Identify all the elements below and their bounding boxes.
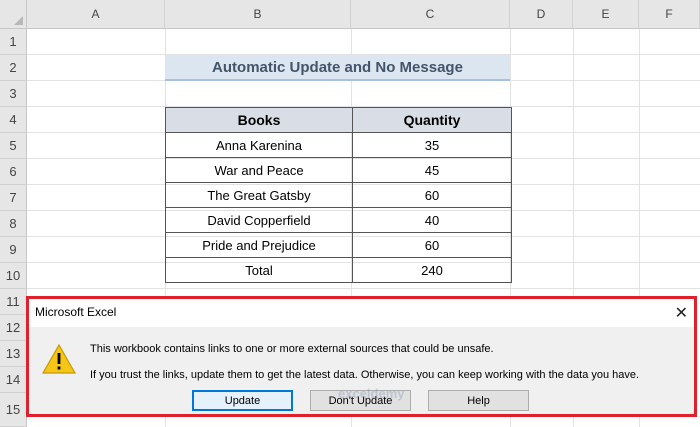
row-header-15[interactable]: 15 [0, 393, 27, 427]
table-row: War and Peace 45 [165, 157, 512, 183]
dialog-title: Microsoft Excel [35, 305, 117, 319]
gridline [27, 288, 700, 289]
dialog-title-bar[interactable]: Microsoft Excel ✕ [29, 299, 696, 327]
select-all-corner[interactable] [0, 0, 27, 29]
row-header-13[interactable]: 13 [0, 341, 27, 367]
help-button[interactable]: Help [428, 390, 529, 411]
quantity-cell[interactable]: 35 [352, 132, 512, 158]
book-cell[interactable]: Anna Karenina [165, 132, 353, 158]
quantity-header-cell[interactable]: Quantity [352, 107, 512, 133]
table-row-total: Total 240 [165, 257, 512, 283]
row-header-10[interactable]: 10 [0, 263, 27, 289]
table-row: Pride and Prejudice 60 [165, 232, 512, 258]
total-value-cell[interactable]: 240 [352, 257, 512, 283]
dialog-message-line-2: If you trust the links, update them to g… [90, 369, 640, 381]
row-header-14[interactable]: 14 [0, 367, 27, 393]
row-header-2[interactable]: 2 [0, 55, 27, 81]
table-row: Anna Karenina 35 [165, 132, 512, 158]
row-header-6[interactable]: 6 [0, 159, 27, 185]
row-header-5[interactable]: 5 [0, 133, 27, 159]
sheet-title-cell[interactable]: Automatic Update and No Message [165, 55, 510, 81]
column-header-e[interactable]: E [573, 0, 639, 29]
watermark-logo: exceldemy [338, 386, 405, 401]
books-table: Books Quantity Anna Karenina 35 War and … [165, 107, 512, 283]
row-header-1[interactable]: 1 [0, 29, 27, 55]
quantity-cell[interactable]: 60 [352, 182, 512, 208]
row-header-7[interactable]: 7 [0, 185, 27, 211]
book-cell[interactable]: David Copperfield [165, 207, 353, 233]
books-header-cell[interactable]: Books [165, 107, 353, 133]
book-cell[interactable]: The Great Gatsby [165, 182, 353, 208]
book-cell[interactable]: Pride and Prejudice [165, 232, 353, 258]
column-header-f[interactable]: F [639, 0, 700, 29]
quantity-cell[interactable]: 60 [352, 232, 512, 258]
dialog-message-line-1: This workbook contains links to one or m… [90, 343, 494, 355]
quantity-cell[interactable]: 45 [352, 157, 512, 183]
row-header-3[interactable]: 3 [0, 81, 27, 107]
close-icon[interactable]: ✕ [675, 303, 688, 323]
quantity-cell[interactable]: 40 [352, 207, 512, 233]
row-header-4[interactable]: 4 [0, 107, 27, 133]
table-row: David Copperfield 40 [165, 207, 512, 233]
row-header-9[interactable]: 9 [0, 237, 27, 263]
row-header-12[interactable]: 12 [0, 315, 27, 341]
book-cell[interactable]: War and Peace [165, 157, 353, 183]
total-label-cell[interactable]: Total [165, 257, 353, 283]
column-header-d[interactable]: D [510, 0, 573, 29]
update-button[interactable]: Update [192, 390, 293, 411]
row-header-8[interactable]: 8 [0, 211, 27, 237]
column-header-a[interactable]: A [27, 0, 165, 29]
column-header-b[interactable]: B [165, 0, 351, 29]
table-row: The Great Gatsby 60 [165, 182, 512, 208]
warning-icon [41, 343, 77, 374]
row-header-11[interactable]: 11 [0, 289, 27, 315]
column-header-c[interactable]: C [351, 0, 510, 29]
